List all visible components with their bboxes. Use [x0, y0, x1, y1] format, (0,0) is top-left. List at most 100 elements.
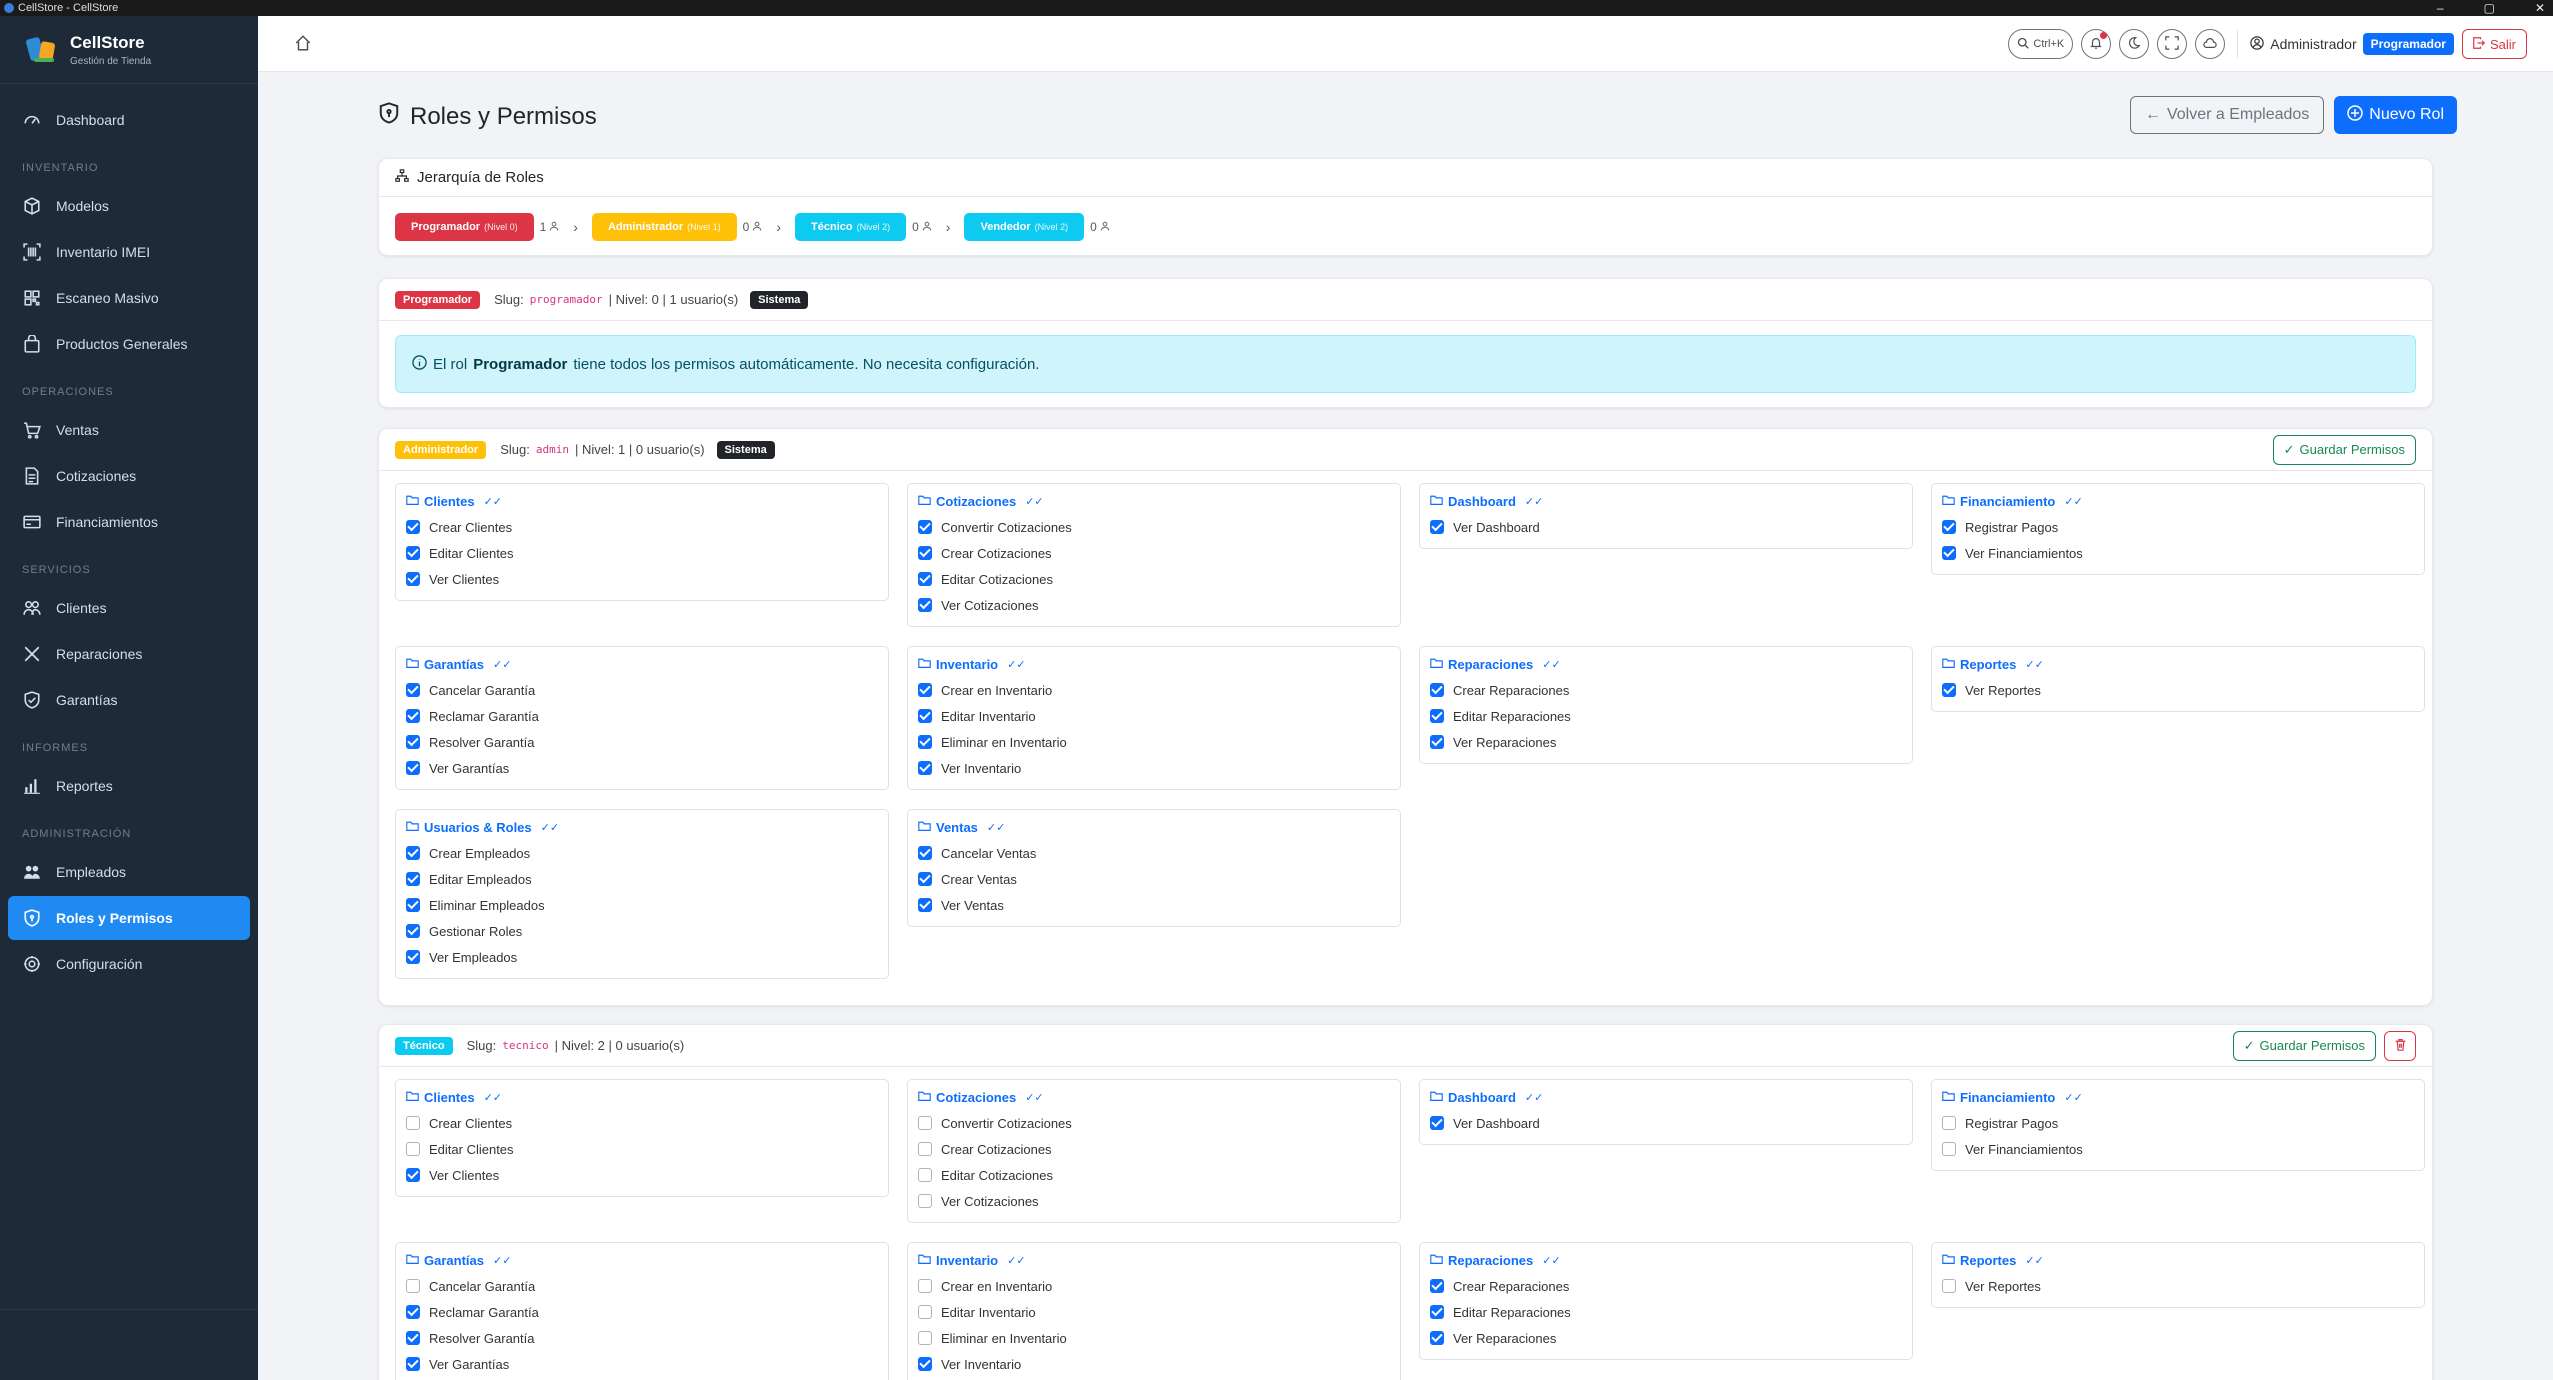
- permission-checkbox[interactable]: [1942, 1142, 1956, 1156]
- check-all-icon[interactable]: ✓✓: [1542, 658, 1560, 671]
- permission-label[interactable]: Editar Inventario: [941, 1305, 1036, 1320]
- permission-label[interactable]: Editar Clientes: [429, 546, 514, 561]
- permission-checkbox[interactable]: [918, 520, 932, 534]
- logout-button[interactable]: Salir: [2461, 29, 2527, 59]
- permission-label[interactable]: Editar Reparaciones: [1453, 709, 1571, 724]
- permission-checkbox[interactable]: [406, 950, 420, 964]
- theme-toggle-button[interactable]: [2119, 29, 2150, 59]
- permission-label[interactable]: Crear en Inventario: [941, 1279, 1052, 1294]
- check-all-icon[interactable]: ✓✓: [1025, 495, 1043, 508]
- module-header[interactable]: Cotizaciones ✓✓: [918, 492, 1390, 510]
- permission-label[interactable]: Ver Reportes: [1965, 683, 2041, 698]
- permission-label[interactable]: Crear Clientes: [429, 520, 512, 535]
- sidebar-item-reparaciones[interactable]: Reparaciones: [8, 632, 250, 676]
- sidebar-item-cotizaciones[interactable]: Cotizaciones: [8, 454, 250, 498]
- permission-label[interactable]: Ver Dashboard: [1453, 1116, 1540, 1131]
- permission-checkbox[interactable]: [406, 1168, 420, 1182]
- permission-label[interactable]: Registrar Pagos: [1965, 520, 2058, 535]
- permission-label[interactable]: Ver Cotizaciones: [941, 598, 1039, 613]
- permission-checkbox[interactable]: [406, 924, 420, 938]
- permission-checkbox[interactable]: [406, 872, 420, 886]
- permission-checkbox[interactable]: [918, 898, 932, 912]
- sidebar-item-modelos[interactable]: Modelos: [8, 184, 250, 228]
- check-all-icon[interactable]: ✓✓: [1525, 1091, 1543, 1104]
- user-menu[interactable]: Administrador Programador: [2250, 33, 2454, 55]
- permission-checkbox[interactable]: [406, 1331, 420, 1345]
- permission-checkbox[interactable]: [918, 1194, 932, 1208]
- module-header[interactable]: Dashboard ✓✓: [1430, 492, 1902, 510]
- notifications-button[interactable]: [2081, 29, 2112, 59]
- permission-label[interactable]: Editar Reparaciones: [1453, 1305, 1571, 1320]
- permission-checkbox[interactable]: [1430, 709, 1444, 723]
- permission-label[interactable]: Cancelar Garantía: [429, 683, 535, 698]
- permission-checkbox[interactable]: [1430, 1305, 1444, 1319]
- sidebar-item-ventas[interactable]: Ventas: [8, 408, 250, 452]
- sidebar-item-clientes[interactable]: Clientes: [8, 586, 250, 630]
- save-permissions-button[interactable]: ✓ Guardar Permisos: [2232, 1030, 2376, 1061]
- permission-label[interactable]: Ver Reparaciones: [1453, 735, 1556, 750]
- check-all-icon[interactable]: ✓✓: [1025, 1091, 1043, 1104]
- module-header[interactable]: Cotizaciones ✓✓: [918, 1088, 1390, 1106]
- permission-label[interactable]: Crear en Inventario: [941, 683, 1052, 698]
- check-all-icon[interactable]: ✓✓: [987, 821, 1005, 834]
- permission-label[interactable]: Crear Cotizaciones: [941, 1142, 1052, 1157]
- sidebar-item-reportes[interactable]: Reportes: [8, 764, 250, 808]
- permission-label[interactable]: Ver Ventas: [941, 898, 1004, 913]
- permission-label[interactable]: Editar Cotizaciones: [941, 572, 1053, 587]
- permission-label[interactable]: Crear Empleados: [429, 846, 530, 861]
- permission-checkbox[interactable]: [918, 1142, 932, 1156]
- permission-checkbox[interactable]: [918, 709, 932, 723]
- permission-label[interactable]: Ver Dashboard: [1453, 520, 1540, 535]
- permission-label[interactable]: Ver Cotizaciones: [941, 1194, 1039, 1209]
- sidebar-item-configuracion[interactable]: Configuración: [8, 942, 250, 986]
- permission-label[interactable]: Gestionar Roles: [429, 924, 522, 939]
- permission-label[interactable]: Ver Financiamientos: [1965, 546, 2083, 561]
- permission-label[interactable]: Ver Reparaciones: [1453, 1331, 1556, 1346]
- permission-label[interactable]: Reclamar Garantía: [429, 709, 539, 724]
- command-search-button[interactable]: Ctrl+K: [2008, 29, 2074, 59]
- permission-checkbox[interactable]: [918, 1357, 932, 1371]
- module-header[interactable]: Reparaciones ✓✓: [1430, 655, 1902, 673]
- fullscreen-button[interactable]: [2157, 29, 2188, 59]
- sidebar-item-productos-generales[interactable]: Productos Generales: [8, 322, 250, 366]
- permission-checkbox[interactable]: [406, 546, 420, 560]
- check-all-icon[interactable]: ✓✓: [1007, 658, 1025, 671]
- permission-checkbox[interactable]: [918, 761, 932, 775]
- permission-checkbox[interactable]: [406, 1116, 420, 1130]
- permission-label[interactable]: Editar Inventario: [941, 709, 1036, 724]
- check-all-icon[interactable]: ✓✓: [484, 495, 502, 508]
- permission-label[interactable]: Ver Empleados: [429, 950, 517, 965]
- close-icon[interactable]: ✕: [2535, 1, 2545, 15]
- home-icon[interactable]: [294, 34, 314, 54]
- permission-label[interactable]: Editar Empleados: [429, 872, 532, 887]
- check-all-icon[interactable]: ✓✓: [2064, 495, 2082, 508]
- brand[interactable]: CellStore Gestión de Tienda: [0, 16, 258, 84]
- permission-checkbox[interactable]: [918, 846, 932, 860]
- permission-label[interactable]: Crear Reparaciones: [1453, 683, 1569, 698]
- permission-checkbox[interactable]: [1942, 520, 1956, 534]
- maximize-icon[interactable]: ▢: [2484, 1, 2495, 15]
- permission-checkbox[interactable]: [406, 572, 420, 586]
- permission-checkbox[interactable]: [406, 898, 420, 912]
- sidebar-item-garantias[interactable]: Garantías: [8, 678, 250, 722]
- module-header[interactable]: Clientes ✓✓: [406, 492, 878, 510]
- permission-checkbox[interactable]: [406, 846, 420, 860]
- module-header[interactable]: Inventario ✓✓: [918, 1251, 1390, 1269]
- permission-checkbox[interactable]: [1430, 735, 1444, 749]
- permission-checkbox[interactable]: [1430, 683, 1444, 697]
- permission-checkbox[interactable]: [1430, 1331, 1444, 1345]
- permission-label[interactable]: Ver Clientes: [429, 1168, 499, 1183]
- permission-checkbox[interactable]: [918, 1331, 932, 1345]
- permission-checkbox[interactable]: [406, 520, 420, 534]
- permission-label[interactable]: Ver Financiamientos: [1965, 1142, 2083, 1157]
- permission-label[interactable]: Crear Clientes: [429, 1116, 512, 1131]
- permission-label[interactable]: Ver Clientes: [429, 572, 499, 587]
- check-all-icon[interactable]: ✓✓: [1525, 495, 1543, 508]
- module-header[interactable]: Garantías ✓✓: [406, 655, 878, 673]
- permission-label[interactable]: Editar Cotizaciones: [941, 1168, 1053, 1183]
- permission-label[interactable]: Resolver Garantía: [429, 735, 535, 750]
- module-header[interactable]: Ventas ✓✓: [918, 818, 1390, 836]
- sidebar-item-financiamientos[interactable]: Financiamientos: [8, 500, 250, 544]
- save-permissions-button[interactable]: ✓ Guardar Permisos: [2272, 434, 2416, 465]
- check-all-icon[interactable]: ✓✓: [493, 658, 511, 671]
